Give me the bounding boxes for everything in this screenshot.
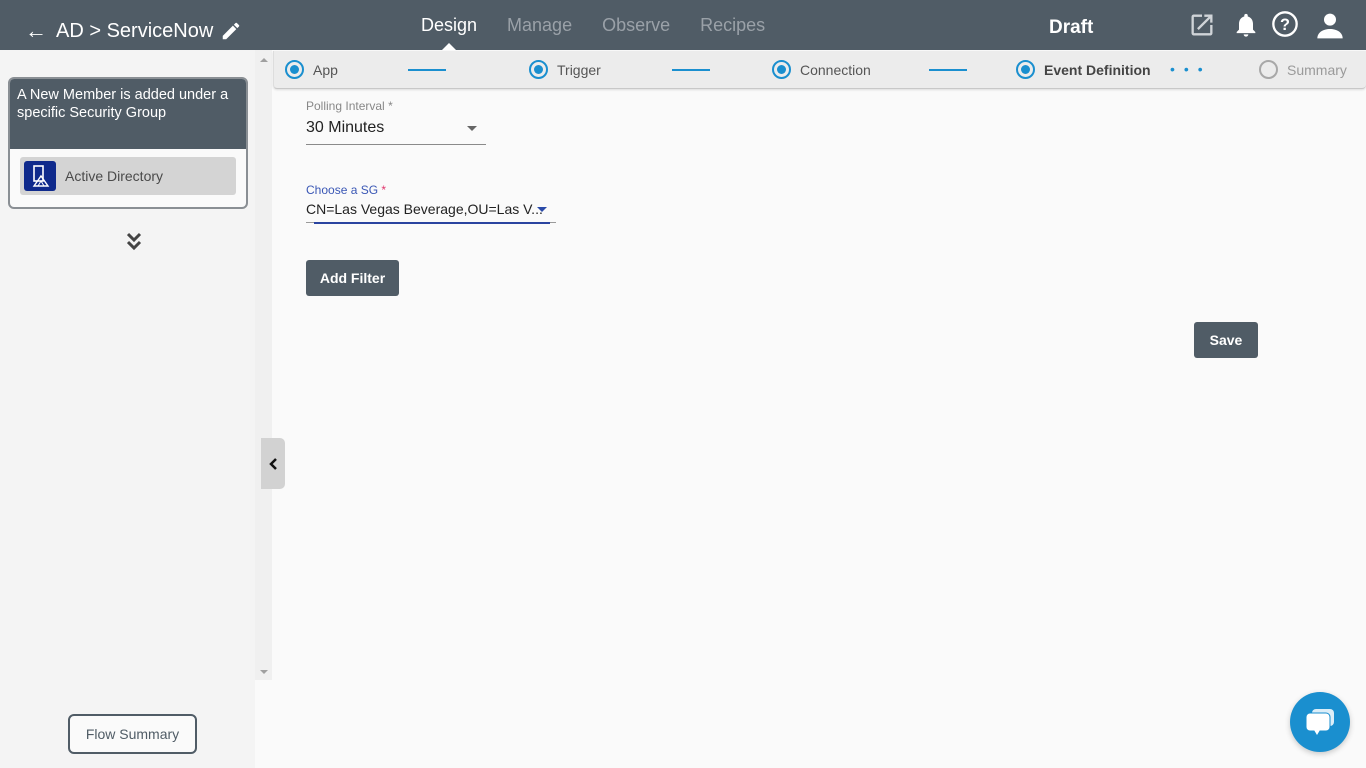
step-label: Trigger: [557, 61, 601, 78]
dropdown-arrow-icon: [467, 126, 477, 131]
step-label: Connection: [800, 61, 871, 78]
step-connector: [672, 69, 710, 71]
user-icon[interactable]: [1314, 9, 1346, 41]
app-chip[interactable]: Active Directory: [20, 157, 236, 195]
active-directory-icon: [24, 161, 56, 191]
tab-manage[interactable]: Manage: [492, 0, 587, 50]
choose-sg-select[interactable]: CN=Las Vegas Beverage,OU=Las V...: [306, 200, 556, 224]
chevron-left-icon: [269, 457, 277, 470]
status-badge: Draft: [1049, 17, 1094, 38]
step-complete-icon: [285, 60, 304, 79]
help-icon[interactable]: ?: [1271, 10, 1299, 38]
collapse-panel-button[interactable]: [261, 438, 285, 489]
bell-icon[interactable]: [1232, 11, 1260, 39]
external-link-icon[interactable]: [1188, 11, 1216, 39]
back-arrow-icon[interactable]: ←: [25, 20, 47, 42]
step-event-definition[interactable]: Event Definition: [1016, 60, 1151, 79]
trigger-card[interactable]: A New Member is added under a specific S…: [8, 77, 248, 209]
expand-down-icon[interactable]: [125, 230, 143, 252]
step-current-icon: [1016, 60, 1035, 79]
tab-recipes[interactable]: Recipes: [685, 0, 780, 50]
main-nav: Design Manage Observe Recipes: [406, 0, 780, 50]
step-app[interactable]: App: [285, 60, 338, 79]
step-trigger[interactable]: Trigger: [529, 60, 601, 79]
choose-sg-value: CN=Las Vegas Beverage,OU=Las V...: [306, 201, 543, 217]
step-connector-dotted: •••: [1170, 61, 1212, 77]
add-filter-button[interactable]: Add Filter: [306, 260, 399, 296]
step-complete-icon: [529, 60, 548, 79]
tab-design[interactable]: Design: [406, 0, 492, 50]
app-chip-label: Active Directory: [65, 168, 164, 184]
step-connector: [408, 69, 446, 71]
polling-interval-select[interactable]: 30 Minutes: [306, 117, 486, 145]
step-label: App: [313, 61, 338, 78]
chat-button[interactable]: [1290, 692, 1350, 752]
flow-summary-button[interactable]: Flow Summary: [68, 714, 197, 754]
step-summary[interactable]: Summary: [1259, 60, 1347, 79]
pencil-icon[interactable]: [220, 20, 242, 42]
polling-interval-value: 30 Minutes: [306, 119, 385, 136]
wizard-stepper: App Trigger Connection Event Definition …: [273, 51, 1366, 89]
step-connection[interactable]: Connection: [772, 60, 871, 79]
step-connector: [929, 69, 967, 71]
step-complete-icon: [772, 60, 791, 79]
scroll-up-icon[interactable]: [260, 58, 268, 62]
step-label: Summary: [1287, 61, 1347, 78]
focus-underline: [314, 222, 550, 224]
polling-interval-label: Polling Interval *: [306, 99, 393, 113]
step-pending-icon: [1259, 60, 1278, 79]
svg-text:?: ?: [1280, 16, 1290, 34]
tab-observe[interactable]: Observe: [587, 0, 685, 50]
flow-title: AD > ServiceNow: [56, 20, 214, 42]
dropdown-arrow-icon: [537, 207, 547, 212]
step-label: Event Definition: [1044, 61, 1151, 78]
left-panel-scrollbar[interactable]: [255, 50, 272, 680]
chat-bubble-icon: [1305, 709, 1334, 735]
choose-sg-label: Choose a SG *: [306, 183, 387, 197]
flow-panel: A New Member is added under a specific S…: [0, 50, 255, 768]
save-button[interactable]: Save: [1194, 322, 1258, 358]
trigger-card-title: A New Member is added under a specific S…: [10, 79, 246, 149]
top-bar: ← AD > ServiceNow Design Manage Observe …: [0, 0, 1366, 50]
scroll-down-icon[interactable]: [260, 670, 268, 674]
